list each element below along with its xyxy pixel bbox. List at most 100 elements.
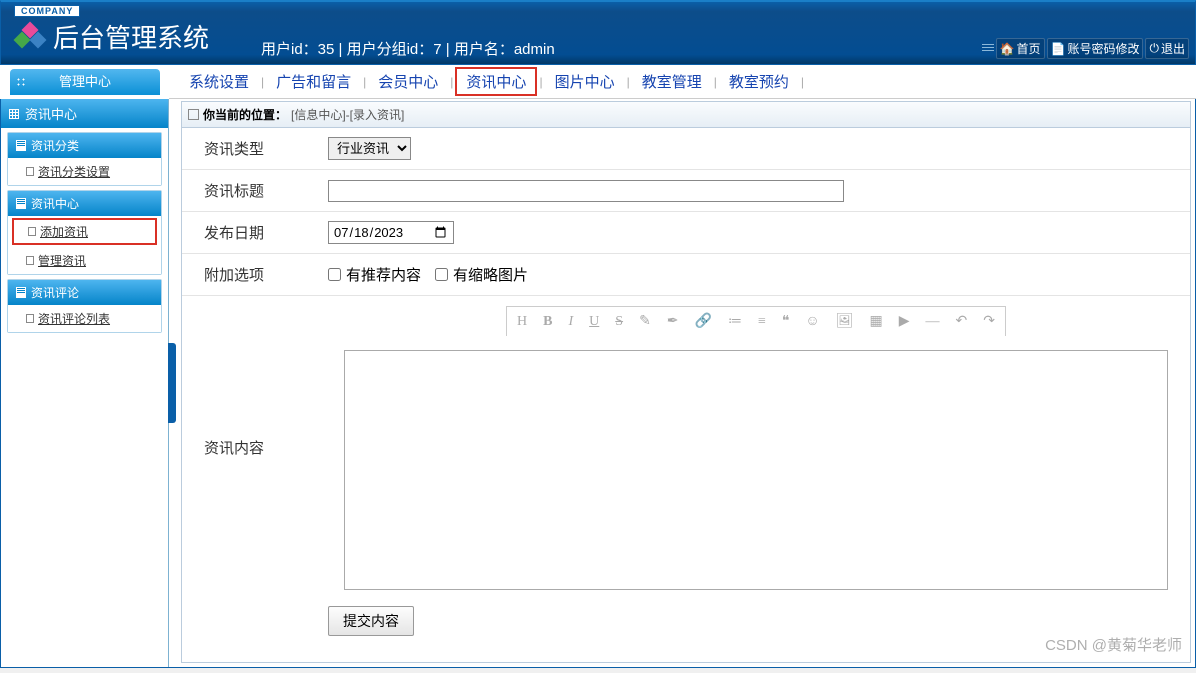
editor-tool-0[interactable]: H [517, 314, 527, 330]
sidebar-item-1-0[interactable]: 添加资讯 [12, 218, 157, 245]
main-layout: 资讯中心 资讯分类资讯分类设置资讯中心添加资讯管理资讯资讯评论资讯评论列表 你当… [0, 99, 1196, 668]
submit-button[interactable]: 提交内容 [328, 606, 414, 636]
page-icon [28, 227, 36, 236]
label-type: 资讯类型 [182, 128, 322, 169]
sidebar-group-1: 资讯中心添加资讯管理资讯 [7, 190, 162, 275]
label-content: 资讯内容 [182, 427, 322, 468]
editor-tool-12[interactable]: 🖼 [836, 313, 854, 330]
grid-icon [9, 109, 19, 119]
nav-item-0[interactable]: 系统设置 [179, 68, 259, 95]
nav-sep: | [627, 75, 630, 89]
title-input[interactable] [328, 180, 844, 202]
editor-tool-9[interactable]: ≡ [758, 314, 766, 330]
row-date: 发布日期 [182, 212, 1190, 254]
recommend-checkbox[interactable] [328, 268, 341, 281]
editor-tool-13[interactable]: ▦ [870, 313, 883, 330]
content-area: 你当前的位置： [信息中心]-[录入资讯] 资讯类型 行业资讯 资讯标题 发布日… [169, 99, 1195, 667]
recommend-option[interactable]: 有推荐内容 [328, 264, 421, 285]
account-label: 账号密码修改 [1067, 40, 1139, 57]
breadcrumb-icon [188, 109, 199, 120]
doc-icon [16, 287, 26, 298]
sidebar-group-head[interactable]: 资讯分类 [8, 133, 161, 158]
nav-sep: | [801, 75, 804, 89]
logout-link[interactable]: ⏻退出 [1145, 38, 1189, 59]
sidebar: 资讯中心 资讯分类资讯分类设置资讯中心添加资讯管理资讯资讯评论资讯评论列表 [1, 99, 169, 667]
page-icon [26, 167, 34, 176]
logout-label: 退出 [1161, 40, 1185, 57]
page-icon [26, 314, 34, 323]
nav-sep: | [450, 75, 453, 89]
editor-tool-3[interactable]: U [589, 314, 599, 330]
nav-item-6[interactable]: 教室预约 [719, 68, 799, 95]
account-link[interactable]: 📄账号密码修改 [1047, 38, 1144, 59]
system-title: 后台管理系统 [53, 18, 209, 55]
content-editor[interactable] [344, 350, 1168, 590]
editor-tool-15[interactable]: — [926, 314, 940, 330]
sidebar-group-2: 资讯评论资讯评论列表 [7, 279, 162, 333]
sidebar-header: 资讯中心 [1, 99, 168, 128]
editor-tool-8[interactable]: ≔ [728, 313, 742, 330]
nav-item-4[interactable]: 图片中心 [545, 68, 625, 95]
doc-icon [16, 140, 26, 151]
editor-tool-7[interactable]: 🔗 [695, 313, 712, 330]
sidebar-group-0: 资讯分类资讯分类设置 [7, 132, 162, 186]
label-extra: 附加选项 [182, 254, 322, 295]
label-title: 资讯标题 [182, 170, 322, 211]
editor-tool-6[interactable]: ✒ [667, 313, 679, 330]
editor-tool-2[interactable]: I [568, 314, 573, 330]
editor-tool-1[interactable]: B [543, 314, 552, 330]
row-content: 资讯内容 HBIUS ✎ ✒ 🔗 ≔ ≡ ❝ ☺ 🖼 ▦ ▶ — ↶ ↷ [182, 296, 1190, 598]
page-icon [26, 256, 34, 265]
sidebar-group-head[interactable]: 资讯评论 [8, 280, 161, 305]
menu-icon[interactable] [982, 44, 994, 54]
editor-tool-14[interactable]: ▶ [899, 313, 910, 330]
main-nav-wrap: 管理中心 系统设置|广告和留言|会员中心|资讯中心|图片中心|教室管理|教室预约… [0, 65, 1196, 99]
breadcrumb: 你当前的位置： [信息中心]-[录入资讯] [181, 101, 1191, 128]
breadcrumb-label: 你当前的位置： [203, 106, 287, 123]
nav-sep: | [363, 75, 366, 89]
nav-spacer: 管理中心 [0, 65, 169, 99]
mgmt-center-tab[interactable]: 管理中心 [10, 69, 160, 95]
editor-tool-11[interactable]: ☺ [805, 314, 819, 330]
form-area: 资讯类型 行业资讯 资讯标题 发布日期 附加选项 [181, 128, 1191, 663]
nav-sep: | [539, 75, 542, 89]
home-label: 首页 [1017, 40, 1041, 57]
recommend-label: 有推荐内容 [346, 264, 421, 285]
company-badge: COMPANY [14, 5, 80, 17]
logo-icon [15, 22, 45, 52]
thumbnail-option[interactable]: 有缩略图片 [435, 264, 528, 285]
nav-sep: | [261, 75, 264, 89]
user-info: 用户id：35 | 用户分组id：7 | 用户名：admin [261, 38, 555, 59]
top-actions: 🏠首页 📄账号密码修改 ⏻退出 [982, 38, 1189, 59]
sidebar-group-head[interactable]: 资讯中心 [8, 191, 161, 216]
sidebar-item-1-1[interactable]: 管理资讯 [8, 247, 161, 274]
editor-tool-4[interactable]: S [615, 314, 623, 330]
main-nav: 系统设置|广告和留言|会员中心|资讯中心|图片中心|教室管理|教室预约| [169, 65, 1196, 99]
thumbnail-label: 有缩略图片 [453, 264, 528, 285]
thumbnail-checkbox[interactable] [435, 268, 448, 281]
editor-tool-10[interactable]: ❝ [782, 313, 790, 330]
row-extra: 附加选项 有推荐内容 有缩略图片 [182, 254, 1190, 296]
sidebar-item-2-0[interactable]: 资讯评论列表 [8, 305, 161, 332]
date-input[interactable] [328, 221, 454, 244]
sidebar-item-0-0[interactable]: 资讯分类设置 [8, 158, 161, 185]
editor-tool-5[interactable]: ✎ [639, 313, 651, 330]
sidebar-collapse-handle[interactable] [168, 343, 176, 423]
sidebar-title: 资讯中心 [25, 104, 77, 123]
nav-item-1[interactable]: 广告和留言 [266, 68, 361, 95]
breadcrumb-path: [信息中心]-[录入资讯] [291, 106, 404, 123]
type-select[interactable]: 行业资讯 [328, 137, 411, 160]
nav-sep: | [714, 75, 717, 89]
home-link[interactable]: 🏠首页 [996, 38, 1045, 59]
editor-tool-16[interactable]: ↶ [956, 313, 968, 330]
top-header: COMPANY 后台管理系统 用户id：35 | 用户分组id：7 | 用户名：… [0, 0, 1196, 65]
nav-item-5[interactable]: 教室管理 [632, 68, 712, 95]
logo-block: 后台管理系统 [15, 18, 209, 55]
nav-item-2[interactable]: 会员中心 [368, 68, 448, 95]
editor-tool-17[interactable]: ↷ [983, 313, 995, 330]
row-type: 资讯类型 行业资讯 [182, 128, 1190, 170]
doc-icon [16, 198, 26, 209]
label-date: 发布日期 [182, 212, 322, 253]
editor-toolbar: HBIUS ✎ ✒ 🔗 ≔ ≡ ❝ ☺ 🖼 ▦ ▶ — ↶ ↷ [506, 306, 1006, 336]
nav-item-3[interactable]: 资讯中心 [455, 67, 537, 96]
